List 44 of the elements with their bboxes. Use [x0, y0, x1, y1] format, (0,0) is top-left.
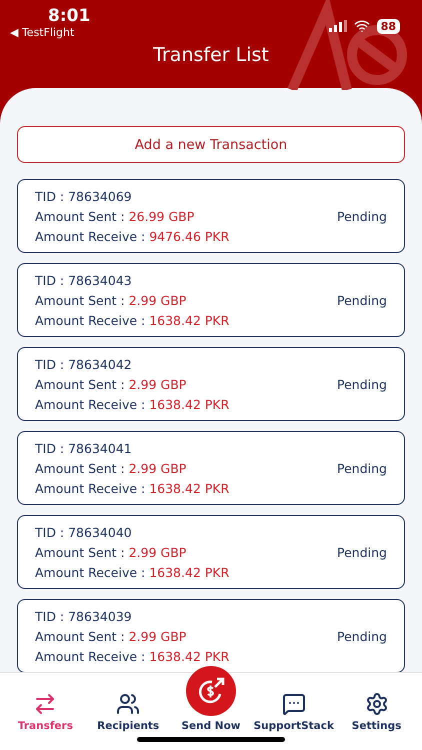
page-title: Transfer List	[152, 44, 270, 68]
tab-bar-item[interactable]: Recipients	[88, 692, 168, 732]
transaction-id: TID : 78634043	[35, 272, 133, 288]
transaction-status: Pending	[337, 460, 387, 476]
tab-bar-item[interactable]: Transfers	[5, 692, 86, 732]
amount-sent: Amount Sent : 2.99 GBP	[35, 376, 188, 392]
tab-bar-item[interactable]: Settings	[336, 692, 417, 732]
status-time: 8:01	[48, 6, 90, 26]
tab-bar-item[interactable]: SupportStack	[254, 692, 334, 732]
add-transaction-button[interactable]: Add a new Transaction	[17, 126, 405, 163]
transaction-id: TID : 78634040	[35, 524, 133, 540]
transaction-id: TID : 78634039	[35, 608, 133, 624]
amount-sent: Amount Sent : 2.99 GBP	[35, 460, 188, 476]
transaction-card[interactable]: TID : 78634041 Amount Sent : 2.99 GBP Amount Receive : 1638.42 PKR Pending	[17, 431, 405, 505]
settings-icon	[364, 692, 389, 716]
transaction-card[interactable]: TID : 78634043 Amount Sent : 2.99 GBP Amount Receive : 1638.42 PKR Pending	[17, 263, 405, 337]
amount-sent: Amount Sent : 26.99 GBP	[35, 208, 196, 224]
amount-received: Amount Receive : 1638.42 PKR	[35, 312, 230, 328]
transaction-status: Pending	[337, 376, 387, 392]
transaction-card[interactable]: TID : 78634039 Amount Sent : 2.99 GBP Amount Receive : 1638.42 PKR Pending	[17, 599, 405, 672]
battery-indicator: 88	[376, 18, 400, 34]
transaction-id: TID : 78634042	[35, 356, 133, 372]
transaction-card[interactable]: TID : 78634040 Amount Sent : 2.99 GBP Amount Receive : 1638.42 PKR Pending	[17, 515, 405, 589]
wifi-icon	[354, 18, 370, 34]
signal-icon	[328, 20, 347, 32]
amount-sent: Amount Sent : 2.99 GBP	[35, 292, 188, 308]
transaction-card[interactable]: TID : 78634042 Amount Sent : 2.99 GBP Amount Receive : 1638.42 PKR Pending	[17, 347, 405, 421]
amount-received: Amount Receive : 1638.42 PKR	[35, 648, 230, 664]
users-icon	[116, 692, 140, 716]
amount-received: Amount Receive : 9476.46 PKR	[35, 228, 230, 244]
transaction-status: Pending	[337, 544, 387, 560]
transaction-status: Pending	[337, 628, 387, 644]
transaction-card[interactable]: TID : 78634069 Amount Sent : 26.99 GBP Amount Receive : 9476.46 PKR Pending	[17, 179, 405, 253]
amount-received: Amount Receive : 1638.42 PKR	[35, 480, 230, 496]
back-to-app-link[interactable]: ◀ TestFlight	[10, 26, 74, 39]
transaction-status: Pending	[337, 292, 387, 308]
chat-icon	[282, 692, 306, 716]
amount-received: Amount Receive : 1638.42 PKR	[35, 396, 230, 412]
amount-received: Amount Receive : 1638.42 PKR	[35, 564, 230, 580]
amount-sent: Amount Sent : 2.99 GBP	[35, 544, 188, 560]
transaction-status: Pending	[337, 208, 387, 224]
amount-sent: Amount Sent : 2.99 GBP	[35, 628, 188, 644]
transaction-id: TID : 78634069	[35, 188, 133, 204]
transaction-id: TID : 78634041	[35, 440, 133, 456]
